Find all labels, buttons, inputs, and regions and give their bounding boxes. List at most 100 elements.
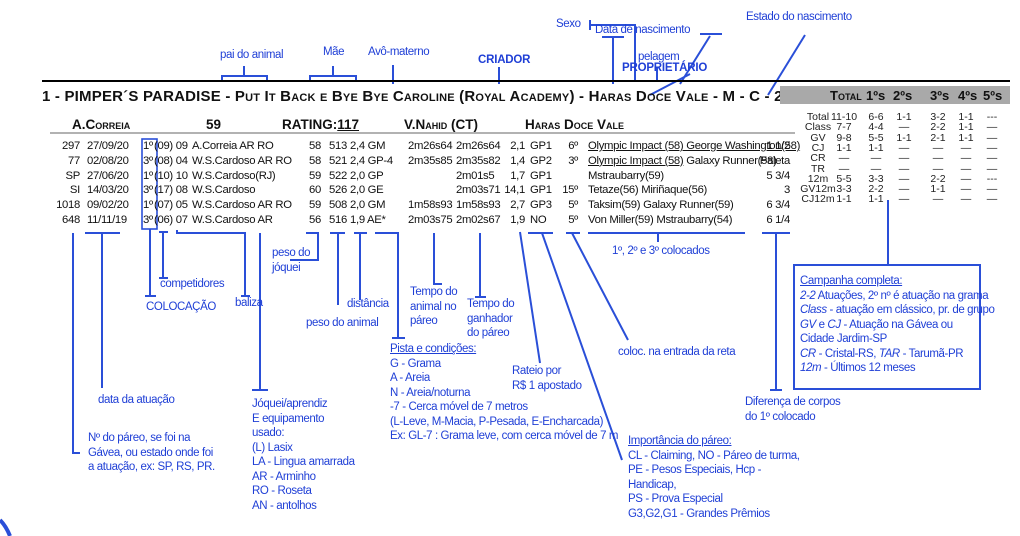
race-importance: NO	[530, 214, 547, 226]
ann-diff: Diferença de corpos do 1º colocado	[745, 395, 841, 424]
race-jockey: W.S.Cardoso AR RO	[192, 154, 292, 167]
race-date: 02/08/20	[87, 154, 129, 167]
race-time-animal: 2m35s85	[408, 154, 453, 167]
campaign-text2: - Atuação na Gávea ou	[840, 318, 953, 331]
race-date: 09/02/20	[87, 199, 129, 212]
ann-dam: Mãe	[323, 46, 345, 58]
line: Diferença de corpos	[745, 396, 841, 408]
race-number-line: Nº do páreo, se foi na	[88, 432, 191, 444]
jockey-line: E equipamento	[252, 412, 325, 425]
race-jockey: W.S.Cardoso AR	[192, 214, 273, 226]
race-dist-track: 2,4 GM	[350, 140, 386, 152]
line: peso do	[272, 247, 311, 259]
jockey-line: RO - Roseta	[252, 485, 312, 497]
placed-horses: Olympic Impact (58) George Washington(58…	[588, 140, 801, 152]
line: ganhador	[467, 312, 513, 325]
track-line: -7 - Cerca móvel de 7 metros	[390, 401, 528, 413]
race-jockey: W.S.Cardoso AR RO	[192, 199, 292, 212]
race-straight: 3º	[568, 154, 578, 167]
line: animal no	[410, 300, 457, 313]
jockey-line: Jóquei/aprendiz	[252, 398, 328, 410]
race-race: SI	[69, 184, 80, 197]
race-odds: 1,9	[510, 214, 525, 226]
race-dist-track: 1,9 AE*	[350, 214, 386, 226]
race-importance: GP2	[530, 154, 552, 167]
stats-header-2nd: 2ºs	[893, 88, 913, 103]
stats-value: —	[986, 193, 998, 206]
campaign-em: Class	[800, 304, 827, 316]
placed-horses: Von Miller(59) Mstraubarry(54)	[588, 214, 733, 226]
race-aw: 522	[329, 169, 347, 182]
line: jóquei	[272, 261, 301, 274]
ann-track-conditions: Pista e condições: G - Grama A - Areia N - …	[390, 342, 618, 444]
track-line: A - Areia	[390, 372, 430, 384]
ann-odds: Rateio por R$ 1 apostado	[512, 364, 582, 393]
race-straight: 15º	[562, 184, 578, 197]
race-jw: 59	[309, 199, 321, 212]
race-time-winner: 2m03s71	[456, 184, 501, 197]
race-jw: 56	[309, 214, 321, 226]
campaign-text2: - Tarumã-PR	[899, 347, 964, 360]
race-race: 77	[68, 154, 80, 167]
race-number-line: a atuação, ex: SP, RS, PR.	[88, 461, 215, 473]
race-aw: 513	[329, 140, 347, 152]
campaign-line: Cidade Jardim-SP	[800, 332, 995, 347]
race-jockey: W.S.Cardoso(RJ)	[192, 169, 276, 182]
race-time-winner: 1m58s93	[456, 199, 501, 212]
race-comp-gate: (06) 07	[154, 214, 188, 226]
campaign-line: 12m - Últimos 12 meses	[800, 361, 995, 376]
campaign-line: Class - atuação em clássico, pr. de grup…	[800, 303, 995, 318]
race-dist-track: 2,0 GM	[350, 199, 386, 212]
campaign-em: CR	[800, 347, 816, 360]
race-jw: 60	[309, 184, 321, 197]
placed-horses: Tetaze(56) Miriñaque(56)	[588, 184, 708, 197]
race-date: 11/11/19	[87, 214, 127, 226]
race-aw: 508	[329, 199, 347, 212]
line: R$ 1 apostado	[512, 379, 582, 392]
race-dist-track: 2,0 GP	[350, 169, 384, 182]
ann-race-date: data da atuação	[98, 394, 175, 406]
ann-sire: pai do animal	[220, 49, 284, 61]
ann-sex: Sexo	[556, 18, 581, 30]
race-jockey: W.S.Cardoso	[192, 184, 256, 197]
race-time-animal: 1m58s93	[408, 199, 453, 212]
ann-birth-date: Data de nascimento	[595, 24, 691, 36]
race-placed-horses: Olympic Impact (58) Galaxy Runner(58)	[588, 154, 777, 168]
ann-owner: PROPRIETÁRIO	[622, 62, 708, 74]
race-diff: 5 3/4	[766, 169, 790, 182]
ann-time-winner: Tempo do ganhador do páreo	[467, 297, 515, 341]
campaign-line: GV e CJ - Atuação na Gávea ou	[800, 318, 995, 333]
horse-title-line: 1 - PIMPER´S PARADISE - Put It Back e By…	[42, 88, 870, 105]
line: Tempo do	[410, 286, 458, 298]
race-straight: 5º	[568, 199, 578, 212]
race-number-line: Gávea, ou estado onde foi	[88, 446, 213, 459]
race-dist-track: 2,4 GP-4	[350, 154, 393, 167]
campaign-em: GV	[800, 318, 816, 331]
race-jockey: A.Correia AR RO	[192, 140, 274, 152]
line: do páreo	[467, 327, 510, 339]
jockey-line: AN - antolhos	[252, 499, 317, 512]
ann-top3: 1º, 2º e 3º colocados	[612, 245, 710, 257]
race-place: 3º	[143, 154, 153, 167]
track-line: Ex: GL-7 : Grama leve, com cerca móvel d…	[390, 430, 619, 442]
track-line: N - Areia/noturna	[390, 386, 471, 399]
race-comp-gate: (09) 09	[154, 140, 188, 152]
race-time-winner: 2m02s67	[456, 214, 501, 226]
race-odds: 14,1	[504, 184, 525, 197]
rating: RATING:117	[282, 117, 359, 132]
campaign-legend: Campanha completa: 2-2 Atuações, 2º nº é …	[800, 274, 995, 376]
race-comp-gate: (08) 04	[154, 154, 188, 167]
race-odds: 2,1	[510, 140, 525, 152]
race-race: SP	[65, 169, 81, 182]
ann-gate: baliza	[235, 297, 263, 309]
placed-horses: Taksim(59) Galaxy Runner(59)	[588, 199, 734, 212]
race-time-winner: 2m01s5	[456, 169, 495, 182]
race-date: 14/03/20	[87, 184, 129, 197]
rating-label: RATING:	[282, 117, 338, 132]
campaign-line: CR - Cristal-RS, TAR - Tarumã-PR	[800, 347, 995, 362]
race-diff: 6 3/4	[766, 199, 790, 212]
race-jw: 59	[309, 169, 321, 182]
race-comp-gate: (10) 10	[154, 169, 188, 182]
race-placed-horses: Taksim(59) Galaxy Runner(59)	[588, 198, 734, 212]
race-time-winner: 2m26s64	[456, 140, 501, 152]
